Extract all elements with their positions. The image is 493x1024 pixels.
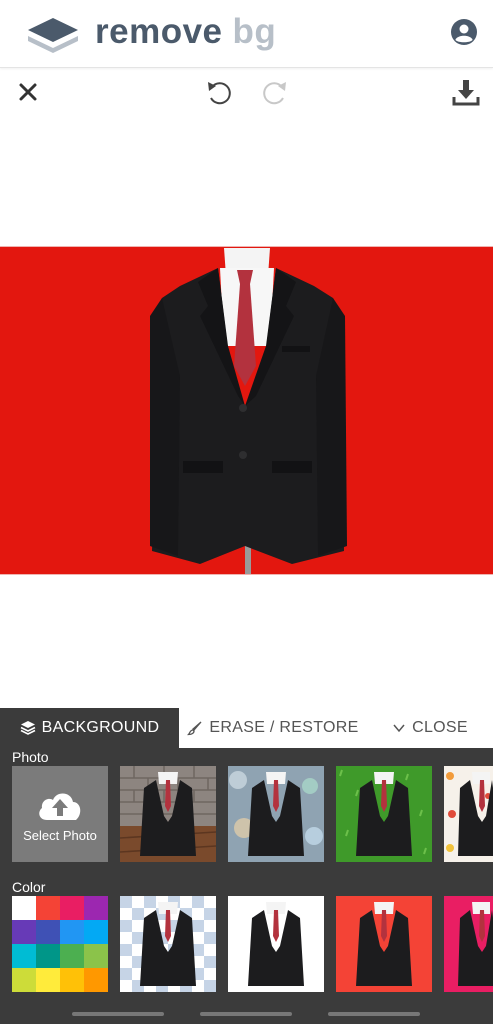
palette-swatch <box>36 896 60 920</box>
brand-primary: remove <box>95 12 223 51</box>
color-bg-pink[interactable] <box>444 896 493 992</box>
palette-swatch <box>84 944 108 968</box>
palette-swatch <box>84 920 108 944</box>
panel-tabs: BACKGROUND ERASE / RESTORE CLOSE <box>0 708 493 748</box>
photo-bg-grass[interactable] <box>336 766 432 862</box>
layers-icon <box>20 721 36 735</box>
close-icon[interactable] <box>16 80 40 104</box>
photo-bg-brick-wall[interactable] <box>120 766 216 862</box>
color-palette-picker[interactable] <box>12 896 108 992</box>
tab-background-label: BACKGROUND <box>41 719 160 736</box>
nav-indicator <box>328 1012 420 1016</box>
brush-icon <box>187 721 202 736</box>
tab-background[interactable]: BACKGROUND <box>0 708 179 748</box>
color-section-label: Color <box>12 879 46 895</box>
palette-swatch <box>36 944 60 968</box>
tab-close[interactable]: CLOSE <box>367 708 493 748</box>
undo-icon[interactable] <box>204 78 234 108</box>
palette-swatch <box>60 968 84 992</box>
brand-logo[interactable]: remove bg <box>95 12 276 52</box>
palette-swatch <box>60 896 84 920</box>
download-icon[interactable] <box>452 78 480 106</box>
cloud-upload-icon <box>39 792 81 820</box>
nav-indicator <box>72 1012 164 1016</box>
photo-bg-fruit[interactable] <box>444 766 493 862</box>
tab-close-label: CLOSE <box>412 719 468 736</box>
palette-swatch <box>84 968 108 992</box>
color-bg-red[interactable] <box>336 896 432 992</box>
photo-section-label: Photo <box>12 749 49 765</box>
palette-swatch <box>36 920 60 944</box>
system-nav-bar <box>0 1008 493 1024</box>
palette-swatch <box>84 896 108 920</box>
redo-icon[interactable] <box>260 78 290 108</box>
palette-swatch <box>60 920 84 944</box>
tab-erase-restore[interactable]: ERASE / RESTORE <box>179 708 367 748</box>
palette-swatch <box>12 968 36 992</box>
palette-swatch <box>12 944 36 968</box>
tab-erase-label: ERASE / RESTORE <box>209 719 359 736</box>
palette-swatch <box>60 944 84 968</box>
palette-swatch <box>36 968 60 992</box>
image-canvas[interactable] <box>0 246 493 575</box>
brand-secondary: bg <box>232 12 277 51</box>
nav-indicator <box>200 1012 292 1016</box>
palette-swatch <box>12 896 36 920</box>
chevron-down-icon <box>393 724 405 733</box>
suit-image <box>150 248 347 575</box>
select-photo-button[interactable]: Select Photo <box>12 766 108 862</box>
account-circle-icon[interactable] <box>450 18 478 46</box>
color-bg-transparent[interactable] <box>120 896 216 992</box>
color-bg-white[interactable] <box>228 896 324 992</box>
background-panel: BACKGROUND ERASE / RESTORE CLOSE Photo S… <box>0 708 493 1024</box>
editor-toolbar <box>0 70 493 114</box>
palette-swatch <box>12 920 36 944</box>
photo-bg-bokeh[interactable] <box>228 766 324 862</box>
layers-logo-icon[interactable] <box>26 14 80 54</box>
select-photo-label: Select Photo <box>23 827 97 843</box>
app-header: remove bg <box>0 0 493 68</box>
